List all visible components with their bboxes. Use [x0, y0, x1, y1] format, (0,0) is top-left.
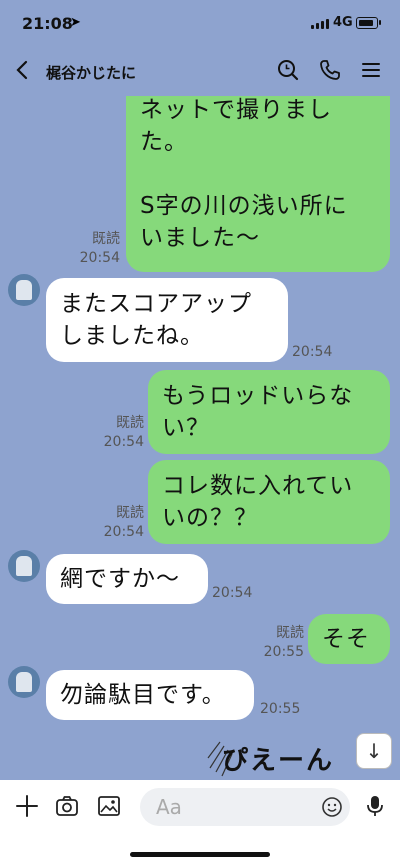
mic-icon[interactable]	[362, 793, 388, 819]
home-indicator	[130, 852, 270, 857]
read-receipt: 既読	[92, 231, 120, 247]
battery-icon	[356, 17, 378, 29]
message-meta: 既読 20:54	[96, 504, 144, 542]
chat-header: 梶谷かじたに	[0, 46, 400, 96]
scroll-down-button[interactable]: ↓	[356, 733, 392, 769]
message-bubble-outgoing[interactable]: コレ数に入れてい いの？？	[148, 460, 390, 544]
message-bubble-incoming[interactable]: 勿論駄目です。	[46, 670, 254, 720]
message-bubble-outgoing[interactable]: もうロッドいらな い？	[148, 370, 390, 454]
avatar[interactable]	[8, 550, 40, 582]
message-time: 20:55	[260, 701, 301, 717]
message-meta: 既読 20:54	[96, 414, 144, 452]
message-time: 20:54	[103, 524, 144, 540]
message-time: 20:54	[292, 344, 333, 360]
message-time: 20:55	[263, 644, 304, 660]
arrow-down-icon: ↓	[365, 739, 383, 763]
camera-icon[interactable]	[54, 793, 80, 819]
phone-icon[interactable]	[318, 58, 342, 82]
signal-icon	[311, 19, 329, 29]
menu-icon[interactable]	[359, 58, 383, 82]
location-icon: ➤	[70, 15, 81, 30]
avatar[interactable]	[8, 666, 40, 698]
search-icon[interactable]	[276, 58, 300, 82]
message-bubble-outgoing[interactable]: そそ	[308, 614, 390, 664]
message-time: 20:54	[212, 585, 253, 601]
read-receipt: 既読	[116, 415, 144, 431]
message-input[interactable]: Aa	[140, 788, 350, 826]
message-bubble-incoming[interactable]: またスコアアップ しましたね。	[46, 278, 288, 362]
sticker-text: ぴえーん	[222, 746, 335, 776]
image-icon[interactable]	[96, 793, 122, 819]
message-time: 20:54	[79, 250, 120, 266]
emoji-icon[interactable]	[321, 796, 343, 818]
chat-title: 梶谷かじたに	[46, 64, 137, 82]
message-input-bar: Aa	[0, 780, 400, 866]
chat-area[interactable]: ネットで撮りまし た。 S字の川の浅い所に いました〜 既読 20:54 またス…	[0, 96, 400, 780]
message-meta: 既読 20:55	[256, 624, 304, 662]
message-meta: 既読 20:54	[72, 230, 120, 268]
plus-icon[interactable]	[14, 793, 40, 819]
back-chevron-icon[interactable]	[12, 58, 34, 82]
message-bubble-outgoing[interactable]: ネットで撮りまし た。 S字の川の浅い所に いました〜	[126, 96, 390, 272]
read-receipt: 既読	[116, 505, 144, 521]
status-time: 21:08	[22, 14, 73, 33]
status-bar: 21:08 ➤ 4G	[0, 0, 400, 46]
read-receipt: 既読	[276, 625, 304, 641]
message-bubble-incoming[interactable]: 網ですか〜	[46, 554, 208, 604]
avatar[interactable]	[8, 274, 40, 306]
message-time: 20:54	[103, 434, 144, 450]
message-input-placeholder: Aa	[156, 795, 182, 819]
network-label: 4G	[333, 15, 353, 30]
